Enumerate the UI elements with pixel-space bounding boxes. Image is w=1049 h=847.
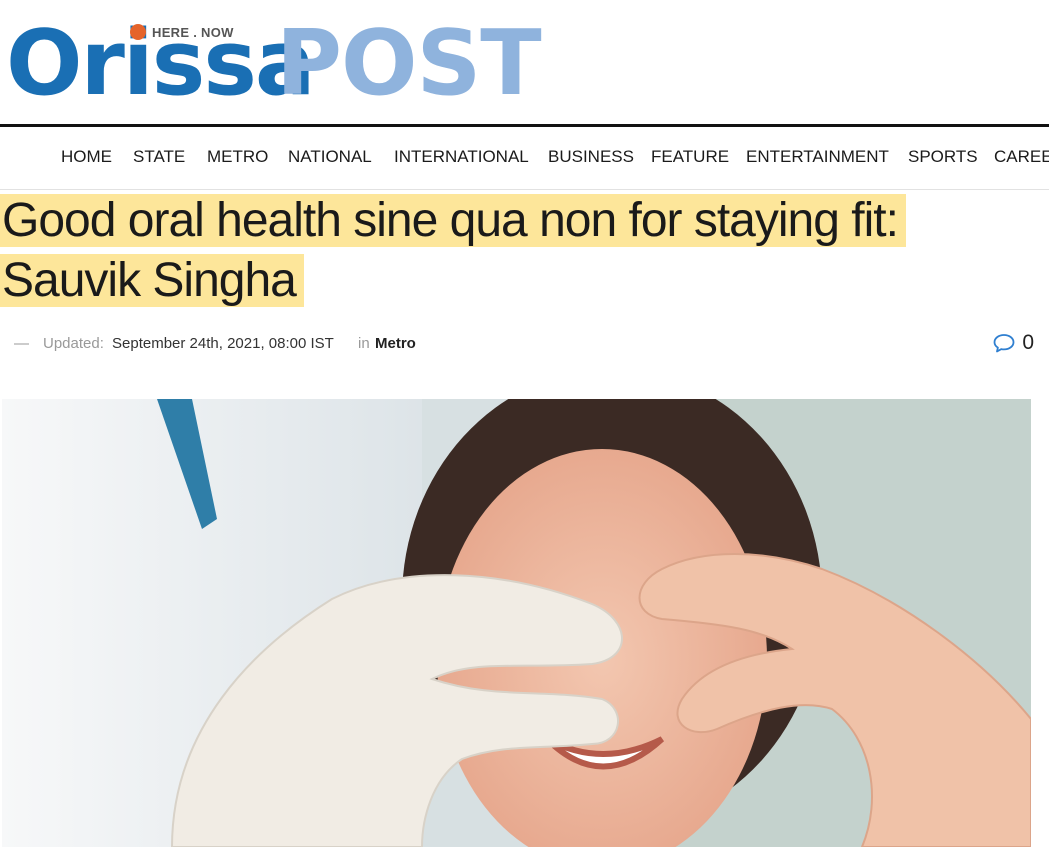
main-nav: HOME STATE METRO NATIONAL INTERNATIONAL … [0,127,1049,190]
nav-item-national[interactable]: NATIONAL [288,147,372,167]
comment-count: 0 [1022,331,1034,354]
article-title-line1: Good oral health sine qua non for stayin… [0,194,906,247]
heart-hands-smile-photo [2,399,1031,847]
article-title-line2: Sauvik Singha [0,254,304,307]
comments-link[interactable]: 0 [992,331,1034,355]
meta-category-link[interactable]: Metro [375,335,416,352]
meta-in-label: in [358,335,370,352]
site-logo[interactable]: Orissa POST HERE . NOW [6,18,566,110]
meta-date: September 24th, 2021, 08:00 IST [112,335,334,352]
nav-item-business[interactable]: BUSINESS [548,147,634,167]
article-title-wrap: Good oral health sine qua non for stayin… [0,191,1000,311]
logo-dot-icon [130,24,146,40]
nav-item-state[interactable]: STATE [133,147,185,167]
logo-tagline: HERE . NOW [152,25,234,40]
nav-item-sports[interactable]: SPORTS [908,147,978,167]
site-header: Orissa POST HERE . NOW [0,0,1049,124]
logo-word-post: POST [276,11,542,116]
nav-item-international[interactable]: INTERNATIONAL [394,147,529,167]
article-meta: — Updated: September 24th, 2021, 08:00 I… [14,331,1034,357]
comment-bubble-icon [993,334,1015,353]
nav-item-entertainment[interactable]: ENTERTAINMENT [746,147,889,167]
nav-item-careers[interactable]: CAREE [994,147,1049,167]
meta-updated-label: Updated: [43,335,104,352]
nav-item-metro[interactable]: METRO [207,147,268,167]
article-title: Good oral health sine qua non for stayin… [0,191,1000,311]
article-hero-image [2,399,1031,847]
nav-item-home[interactable]: HOME [61,147,112,167]
meta-dash: — [14,335,29,352]
nav-item-feature[interactable]: FEATURE [651,147,729,167]
